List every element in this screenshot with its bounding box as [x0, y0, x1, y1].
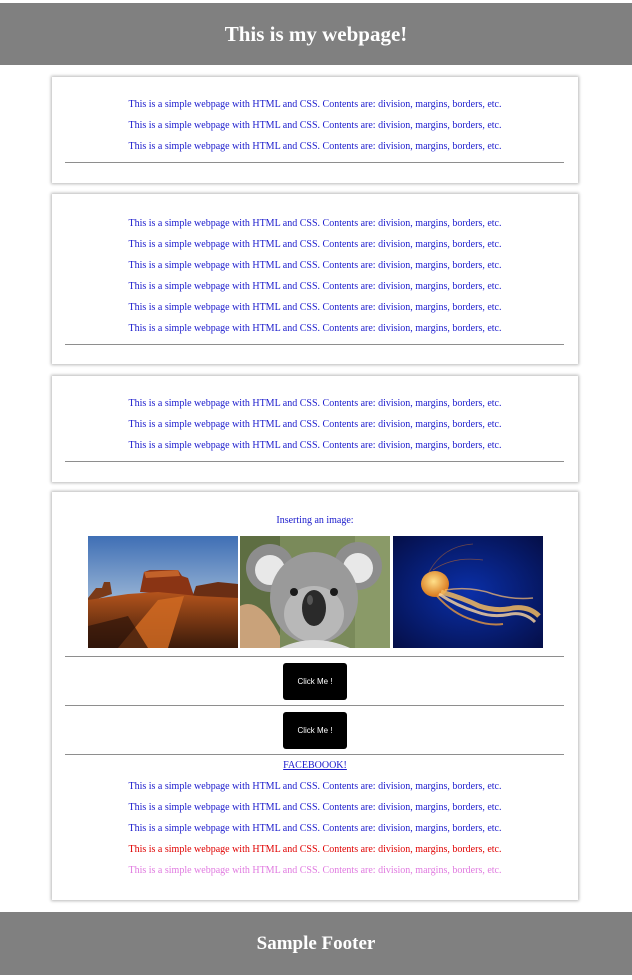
paragraph: This is a simple webpage with HTML and C…	[128, 419, 502, 430]
divider	[65, 461, 564, 462]
desert-mesa-image	[88, 536, 238, 648]
facebook-link-container: FACEBOOOK!	[52, 760, 578, 772]
paragraph: This is a simple webpage with HTML and C…	[128, 218, 502, 229]
paragraph: This is a simple webpage with HTML and C…	[128, 239, 502, 250]
koala-image	[240, 536, 390, 648]
click-me-button-2[interactable]: Click Me !	[283, 712, 347, 749]
content-card-4: Inserting an image: Click Me ! Click Me …	[52, 492, 578, 900]
paragraph: This is a simple webpage with HTML and C…	[128, 323, 502, 334]
paragraph: This is a simple webpage with HTML and C…	[128, 802, 502, 813]
divider	[65, 754, 564, 755]
paragraph-red: This is a simple webpage with HTML and C…	[128, 844, 502, 855]
divider	[65, 344, 564, 345]
paragraph: This is a simple webpage with HTML and C…	[128, 120, 502, 131]
paragraph: This is a simple webpage with HTML and C…	[128, 823, 502, 834]
divider	[65, 705, 564, 706]
paragraph: This is a simple webpage with HTML and C…	[128, 141, 502, 152]
paragraph: This is a simple webpage with HTML and C…	[128, 281, 502, 292]
page-header: This is my webpage!	[0, 3, 632, 65]
click-me-button-1[interactable]: Click Me !	[283, 663, 347, 700]
content-card-1: This is a simple webpage with HTML and C…	[52, 77, 578, 183]
paragraph-pink: This is a simple webpage with HTML and C…	[128, 865, 502, 876]
image-heading: Inserting an image:	[276, 515, 354, 526]
paragraph: This is a simple webpage with HTML and C…	[128, 302, 502, 313]
paragraph: This is a simple webpage with HTML and C…	[128, 99, 502, 110]
content-card-2: This is a simple webpage with HTML and C…	[52, 194, 578, 364]
paragraph: This is a simple webpage with HTML and C…	[128, 440, 502, 451]
page-title: This is my webpage!	[224, 21, 408, 46]
facebook-link[interactable]: FACEBOOOK!	[283, 760, 347, 771]
paragraph: This is a simple webpage with HTML and C…	[128, 260, 502, 271]
footer-title: Sample Footer	[256, 932, 376, 954]
divider	[65, 162, 564, 163]
paragraph: This is a simple webpage with HTML and C…	[128, 398, 502, 409]
content-card-3: This is a simple webpage with HTML and C…	[52, 376, 578, 482]
jellyfish-image	[393, 536, 543, 648]
page-footer: Sample Footer	[0, 912, 632, 975]
paragraph: This is a simple webpage with HTML and C…	[128, 781, 502, 792]
divider	[65, 656, 564, 657]
